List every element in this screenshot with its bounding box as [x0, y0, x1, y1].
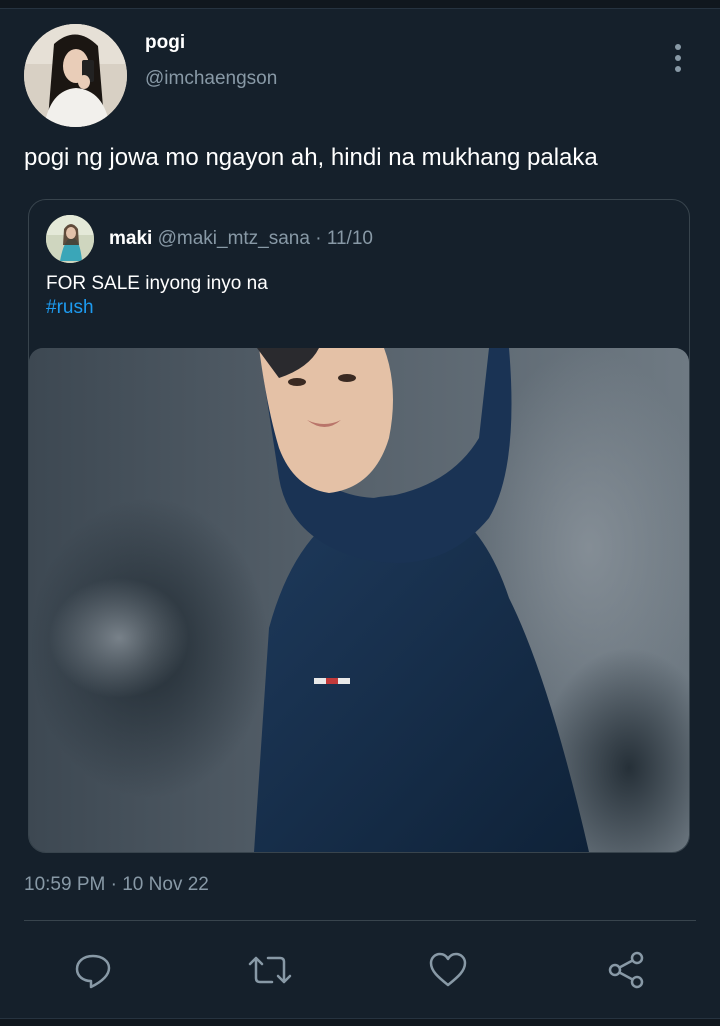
quoted-hashtag-link[interactable]: #rush — [46, 296, 94, 320]
quoted-date: 11/10 — [326, 228, 373, 249]
tweet-timestamp: 10:59 PM · 10 Nov 22 — [24, 874, 209, 895]
author-avatar[interactable] — [24, 24, 127, 127]
like-button[interactable] — [426, 948, 470, 992]
tweet-text: pogi ng jowa mo ngayon ah, hindi na mukh… — [24, 144, 598, 171]
quoted-separator: · — [315, 228, 322, 249]
retweet-icon — [248, 956, 292, 984]
reply-button[interactable] — [71, 948, 115, 992]
quoted-tweet-card[interactable]: maki @maki_mtz_sana · 11/10 FOR SALE iny… — [28, 199, 690, 853]
tweet-action-bar — [0, 940, 720, 1000]
bottom-divider — [0, 1018, 720, 1026]
more-dot-icon — [675, 55, 681, 61]
retweet-button[interactable] — [248, 948, 292, 992]
author-handle[interactable]: @imchaengson — [145, 68, 277, 90]
quoted-tweet-header: maki @maki_mtz_sana · 11/10 — [109, 228, 373, 250]
more-dot-icon — [675, 44, 681, 50]
heart-icon — [429, 952, 467, 987]
author-name[interactable]: pogi — [145, 32, 185, 54]
tweet-detail-page: pogi @imchaengson pogi ng jowa mo ngayon… — [0, 0, 720, 1026]
quoted-author-name: maki — [109, 228, 153, 249]
quoted-author-handle: @maki_mtz_sana — [157, 228, 310, 249]
top-divider — [0, 0, 720, 9]
action-divider — [24, 920, 696, 921]
more-dot-icon — [675, 66, 681, 72]
more-options-button[interactable] — [664, 40, 692, 76]
share-button[interactable] — [604, 948, 648, 992]
share-icon — [608, 951, 644, 989]
quoted-tweet-photo[interactable] — [29, 348, 689, 852]
quoted-author-avatar[interactable] — [46, 215, 94, 263]
quoted-tweet-text: FOR SALE inyong inyo na — [46, 273, 268, 294]
reply-icon — [75, 954, 111, 989]
